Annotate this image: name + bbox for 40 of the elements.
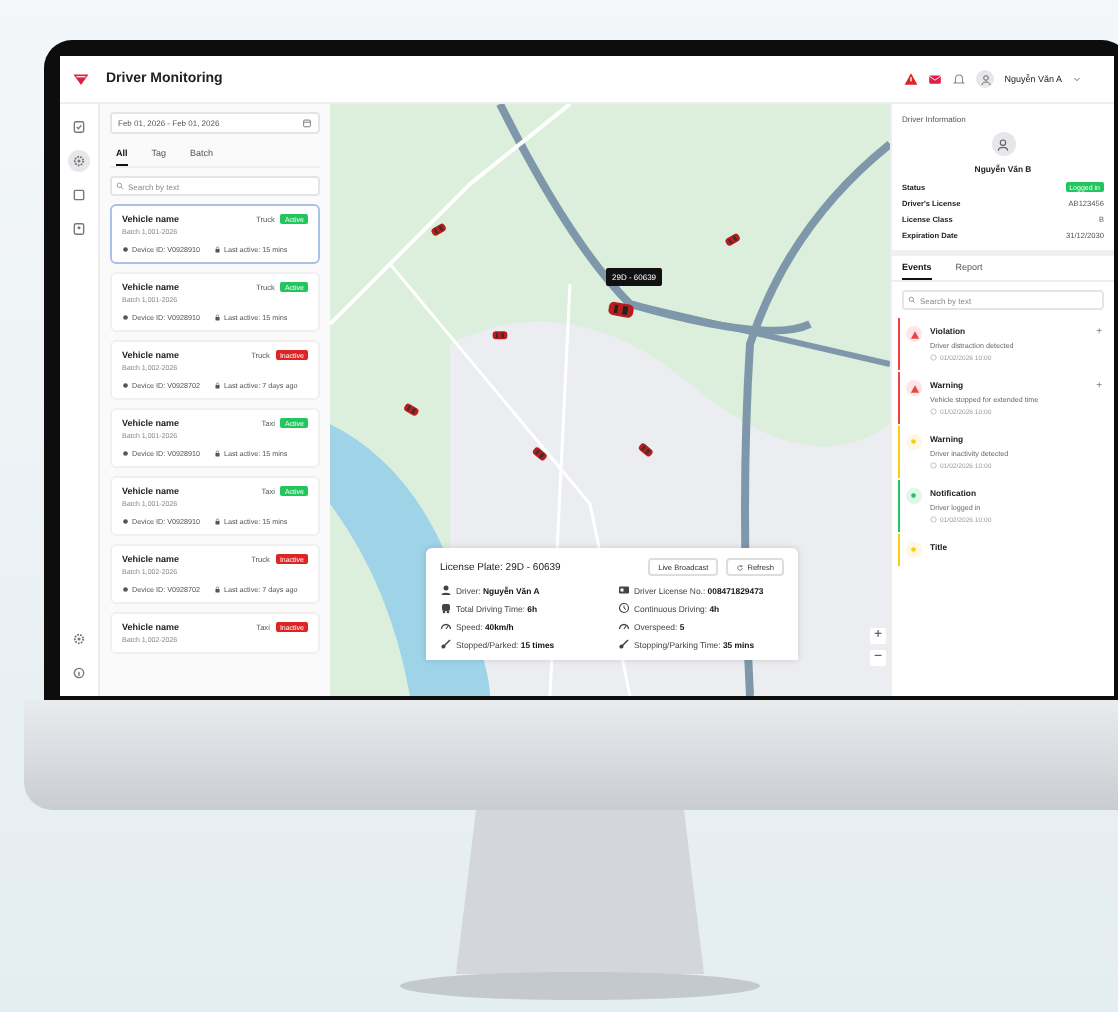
id-card-icon [72, 222, 86, 236]
settings-icon [72, 632, 86, 646]
logo-icon [72, 70, 90, 88]
person-icon [440, 584, 452, 596]
lock-icon [213, 586, 221, 594]
nav-button[interactable] [68, 150, 90, 172]
info-icon [72, 666, 86, 680]
nav-button[interactable] [68, 628, 90, 650]
calendar-icon [302, 118, 312, 128]
dot-icon [910, 492, 918, 500]
nav-button[interactable] [68, 662, 90, 684]
dot-icon [910, 438, 918, 446]
nav-button[interactable] [68, 218, 90, 240]
nav-button[interactable] [68, 116, 90, 138]
search-icon [908, 296, 916, 304]
nav-button[interactable] [68, 184, 90, 206]
document-icon [72, 120, 86, 134]
lock-icon [213, 518, 221, 526]
frame-icon [72, 188, 86, 202]
mail-icon [928, 72, 943, 86]
lock-icon [213, 382, 221, 390]
lock-icon [213, 450, 221, 458]
card-icon [618, 584, 630, 596]
chevron-down-icon [1072, 74, 1082, 84]
person-icon [979, 73, 992, 85]
person-icon [996, 137, 1010, 151]
dot-icon [910, 546, 918, 554]
alert-icon [909, 383, 919, 393]
settings-icon [72, 154, 86, 168]
gauge-icon [440, 620, 452, 632]
lock-icon [213, 246, 221, 254]
avatar[interactable] [976, 70, 995, 88]
refresh-icon [736, 563, 745, 571]
bell-icon [952, 72, 967, 86]
car-icon [440, 602, 452, 614]
alert-icon [909, 329, 919, 339]
alert-icon [904, 72, 919, 86]
lock-icon [213, 314, 221, 322]
gauge-icon [618, 620, 630, 632]
search-icon [116, 182, 124, 190]
